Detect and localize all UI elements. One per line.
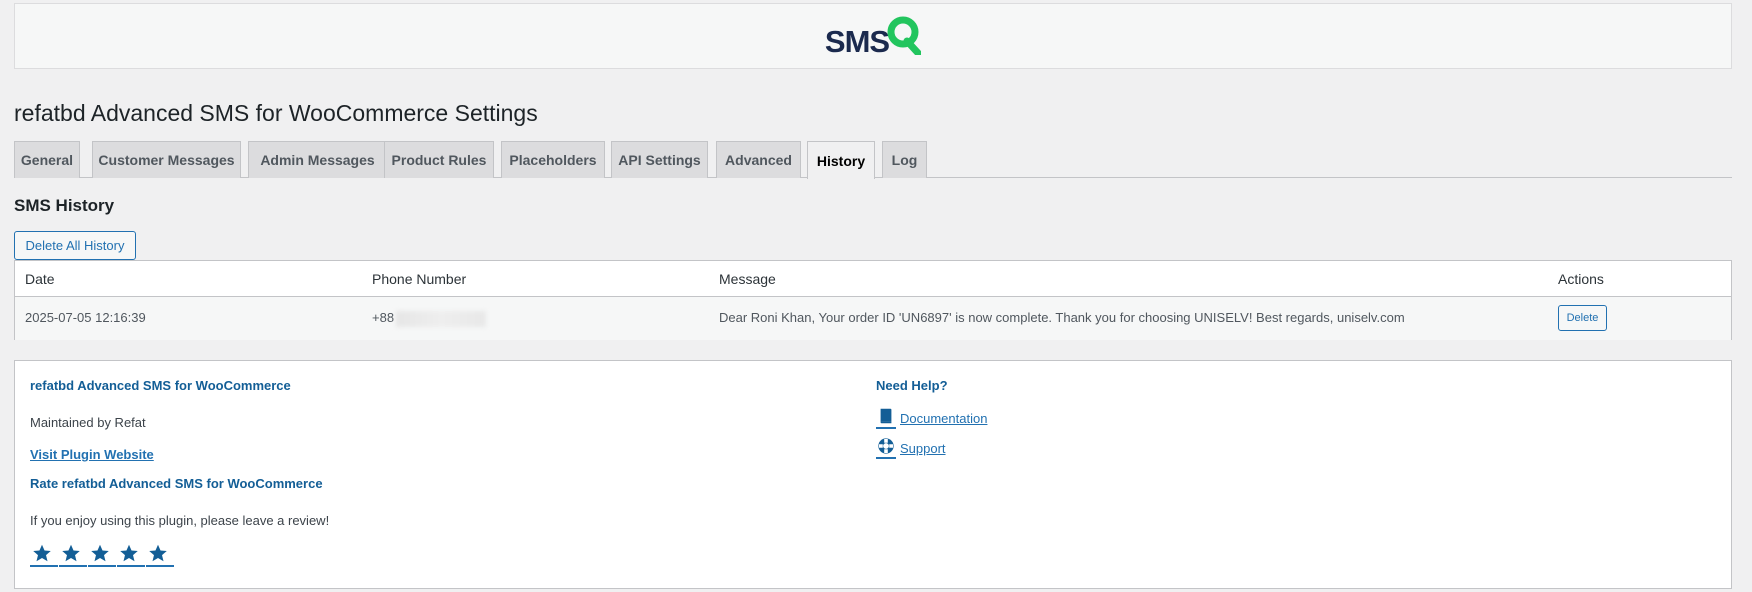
phone-prefix: +88 (372, 310, 395, 325)
logo-q-icon (887, 15, 922, 60)
sms-history-table: Date Phone Number Message Actions 2025-0… (14, 260, 1732, 340)
lifebuoy-icon (876, 437, 896, 459)
logo-text: SMS (824, 24, 890, 59)
page-title: refatbd Advanced SMS for WooCommerce Set… (14, 100, 538, 126)
header-date: Date (25, 271, 55, 287)
delete-all-history-button[interactable]: Delete All History (14, 231, 136, 260)
tab-log[interactable]: Log (882, 141, 927, 178)
plugin-info-panel: refatbd Advanced SMS for WooCommerce Mai… (14, 360, 1732, 589)
tab-advanced[interactable]: Advanced (716, 141, 801, 178)
maintained-by: Maintained by Refat (30, 415, 146, 430)
rate-title: Rate refatbd Advanced SMS for WooCommerc… (30, 476, 323, 491)
tab-general[interactable]: General (14, 141, 80, 178)
star-icon[interactable] (59, 541, 87, 567)
rating-stars (30, 541, 175, 567)
documentation-link[interactable]: Documentation (876, 407, 987, 429)
star-icon[interactable] (30, 541, 58, 567)
logo-header: SMS (14, 3, 1732, 69)
header-actions: Actions (1558, 271, 1604, 287)
tab-product-rules[interactable]: Product Rules (384, 141, 494, 178)
phone-redacted (396, 310, 487, 327)
table-row: 2025-07-05 12:16:39 +88 Dear Roni Khan, … (15, 297, 1731, 340)
table-header: Date Phone Number Message Actions (15, 261, 1731, 297)
tab-admin-messages[interactable]: Admin Messages (248, 141, 387, 178)
review-text: If you enjoy using this plugin, please l… (30, 513, 330, 528)
documentation-label[interactable]: Documentation (900, 411, 987, 426)
row-date: 2025-07-05 12:16:39 (25, 310, 146, 325)
tab-history[interactable]: History (807, 141, 875, 179)
plugin-name: refatbd Advanced SMS for WooCommerce (30, 378, 291, 393)
tab-placeholders[interactable]: Placeholders (501, 141, 605, 178)
settings-tabs: General Customer Messages Admin Messages… (14, 141, 1732, 179)
row-message: Dear Roni Khan, Your order ID 'UN6897' i… (719, 310, 1405, 325)
smsq-logo: SMS (824, 15, 922, 60)
star-icon[interactable] (146, 541, 174, 567)
star-icon[interactable] (117, 541, 145, 567)
header-phone: Phone Number (372, 271, 467, 287)
settings-page: SMS refatbd Advanced SMS for WooCommerce… (0, 0, 1752, 592)
visit-plugin-website-link[interactable]: Visit Plugin Website (30, 447, 154, 462)
need-help-title: Need Help? (876, 378, 948, 393)
row-phone: +88 (372, 310, 487, 327)
support-label[interactable]: Support (900, 441, 946, 456)
delete-row-button[interactable]: Delete (1558, 305, 1607, 331)
tab-customer-messages[interactable]: Customer Messages (92, 141, 241, 178)
book-icon (876, 407, 896, 429)
support-link[interactable]: Support (876, 437, 946, 459)
star-icon[interactable] (88, 541, 116, 567)
header-message: Message (719, 271, 776, 287)
tab-api-settings[interactable]: API Settings (611, 141, 708, 178)
section-title: SMS History (14, 196, 115, 215)
